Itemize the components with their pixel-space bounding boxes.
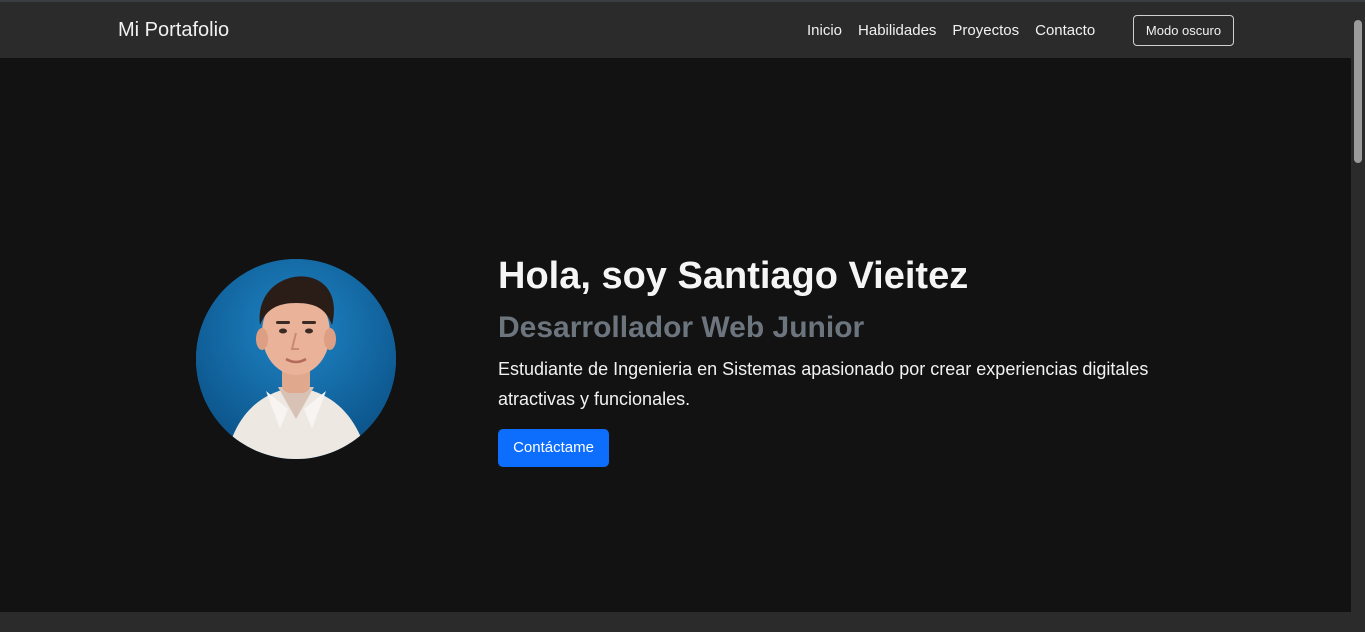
hero-description: Estudiante de Ingenieria en Sistemas apa… <box>498 359 1149 409</box>
nav-link-contacto[interactable]: Contacto <box>1035 20 1095 42</box>
navbar: Mi Portafolio Inicio Habilidades Proyect… <box>0 2 1351 58</box>
next-section-edge <box>0 612 1351 632</box>
profile-photo <box>196 259 396 459</box>
nav-link-proyectos[interactable]: Proyectos <box>952 20 1019 42</box>
nav-link-inicio[interactable]: Inicio <box>807 20 842 42</box>
page: Mi Portafolio Inicio Habilidades Proyect… <box>0 0 1365 632</box>
hero-subtitle: Desarrollador Web Junior <box>498 311 865 344</box>
brand-link[interactable]: Mi Portafolio <box>118 18 229 42</box>
hero-section: Hola, soy Santiago Vieitez Desarrollador… <box>0 58 1351 612</box>
nav-links: Inicio Habilidades Proyectos Contacto <box>807 20 1095 42</box>
vertical-scrollbar[interactable] <box>1351 2 1365 632</box>
hero-title: Hola, soy Santiago Vieitez <box>498 255 969 297</box>
nav-link-habilidades[interactable]: Habilidades <box>858 20 936 42</box>
profile-photo-illustration <box>196 259 396 459</box>
scrollbar-thumb[interactable] <box>1354 20 1362 163</box>
contact-me-button[interactable]: Contáctame <box>498 429 609 467</box>
dark-mode-toggle-button[interactable]: Modo oscuro <box>1133 15 1234 46</box>
